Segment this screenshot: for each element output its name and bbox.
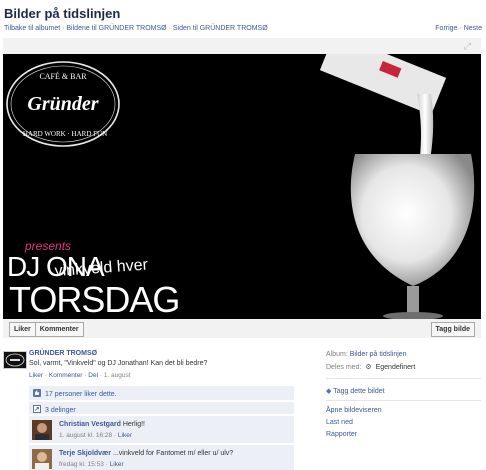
comment-item: Christian Vestgard Herlig!! 1. august kl… <box>29 415 294 443</box>
thumbs-up-icon <box>33 389 41 397</box>
tag-this-photo-link[interactable]: Tagg dette bildet <box>333 388 384 395</box>
post-like-link[interactable]: Liker <box>29 372 43 379</box>
logo-bottom-text: HARD WORK · HARD FUN <box>23 130 107 138</box>
owner-logo-icon <box>5 353 25 367</box>
comment-text: Herlig!! <box>122 421 145 428</box>
breadcrumb: Tilbake til albumet · Bildene til GRÜNDE… <box>4 25 268 32</box>
shared-with-label: Deles med: <box>326 364 362 371</box>
photo-caption: Sol, varmt, "Vinkveld" og DJ Jonathan! K… <box>29 360 208 367</box>
comment-time: 1. august kl. 16:28 <box>59 432 113 439</box>
download-link[interactable]: Last ned <box>326 419 353 426</box>
photo[interactable]: CAFÉ & BAR Gründer HARD WORK · HARD FUN … <box>3 54 481 319</box>
comment-button[interactable]: Kommenter <box>34 323 83 336</box>
comment-text: ...vinkveld for Fantomet m/ eller u/ ulv… <box>112 450 234 457</box>
expand-icon[interactable]: ⤢ <box>464 41 471 52</box>
like-button[interactable]: Liker <box>10 323 35 336</box>
album-label: Album: <box>326 351 348 358</box>
likes-count-link[interactable]: 17 personer liker dette. <box>45 391 117 398</box>
comment-like-link[interactable]: Liker <box>118 432 132 439</box>
shares-summary: 3 delinger <box>29 401 294 414</box>
tag-photo-button[interactable]: Tagg bilde <box>430 322 475 337</box>
torsdag-text: TORSDAG <box>9 279 179 319</box>
privacy-info: Deles med: ⚙ Egendefinert <box>326 363 415 371</box>
owner-avatar[interactable] <box>3 351 27 369</box>
tag-this-photo-row: ◆ Tagg dette bildet <box>326 387 385 395</box>
photo-pager: Forrige · Neste <box>435 25 482 32</box>
comment-meta: 1. august kl. 16:28 · Liker <box>59 432 145 439</box>
commenter-avatar[interactable] <box>32 420 52 440</box>
page-title: Bilder på tidslinjen <box>4 6 121 21</box>
gear-icon[interactable]: ⚙ <box>365 364 371 371</box>
comment-item: Terje Skjoldvær ...vinkveld for Fantomet… <box>29 444 294 470</box>
logo-top-text: CAFÉ & BAR <box>39 71 87 81</box>
like-comment-buttons: Liker Kommenter <box>9 322 84 337</box>
album-link[interactable]: Bilder på tidslinjen <box>350 351 407 358</box>
privacy-value[interactable]: Egendefinert <box>376 364 416 371</box>
share-icon <box>33 405 41 413</box>
comment-meta: fredag kl. 15:53 · Liker <box>59 461 233 468</box>
album-info: Album: Bilder på tidslinjen <box>326 351 407 358</box>
post-comment-link[interactable]: Kommenter <box>49 372 83 379</box>
divider <box>326 400 481 401</box>
likes-summary: 17 personer liker dette. <box>29 386 294 400</box>
owner-page-link[interactable]: Siden til GRÜNDER TROMSØ <box>173 25 268 32</box>
next-link[interactable]: Neste <box>464 25 482 32</box>
post-meta: Liker · Kommenter · Del · 1. august <box>29 372 131 379</box>
photo-action-bar: Liker Kommenter Tagg bilde <box>3 319 481 338</box>
comment-body: Christian Vestgard Herlig!! 1. august kl… <box>59 421 145 439</box>
photo-stage: ⤢ CAFÉ & BAR Gründer HARD WORK · HARD FU… <box>3 38 481 338</box>
logo-name-text: Gründer <box>27 93 98 115</box>
owner-name-link[interactable]: GRÜNDER TROMSØ <box>29 350 97 357</box>
commenter-avatar[interactable] <box>32 449 52 469</box>
open-viewer-link[interactable]: Åpne bildeviseren <box>326 407 382 414</box>
owner-photos-link[interactable]: Bildene til GRÜNDER TROMSØ <box>66 25 166 32</box>
report-link[interactable]: Rapporter <box>326 431 357 438</box>
tag-icon: ◆ <box>326 388 332 395</box>
comment-like-link[interactable]: Liker <box>110 461 124 468</box>
shares-count-link[interactable]: 3 delinger <box>45 407 76 414</box>
previous-link[interactable]: Forrige <box>435 25 457 32</box>
comment-time: fredag kl. 15:53 <box>59 461 104 468</box>
photo-artwork: CAFÉ & BAR Gründer HARD WORK · HARD FUN … <box>3 54 481 319</box>
commenter-name-link[interactable]: Christian Vestgard <box>59 421 121 428</box>
back-to-album-link[interactable]: Tilbake til albumet <box>4 25 60 32</box>
commenter-name-link[interactable]: Terje Skjoldvær <box>59 450 111 457</box>
post-share-link[interactable]: Del <box>88 372 98 379</box>
post-date: 1. august <box>103 372 131 379</box>
divider <box>326 378 481 379</box>
comment-body: Terje Skjoldvær ...vinkveld for Fantomet… <box>59 450 233 468</box>
